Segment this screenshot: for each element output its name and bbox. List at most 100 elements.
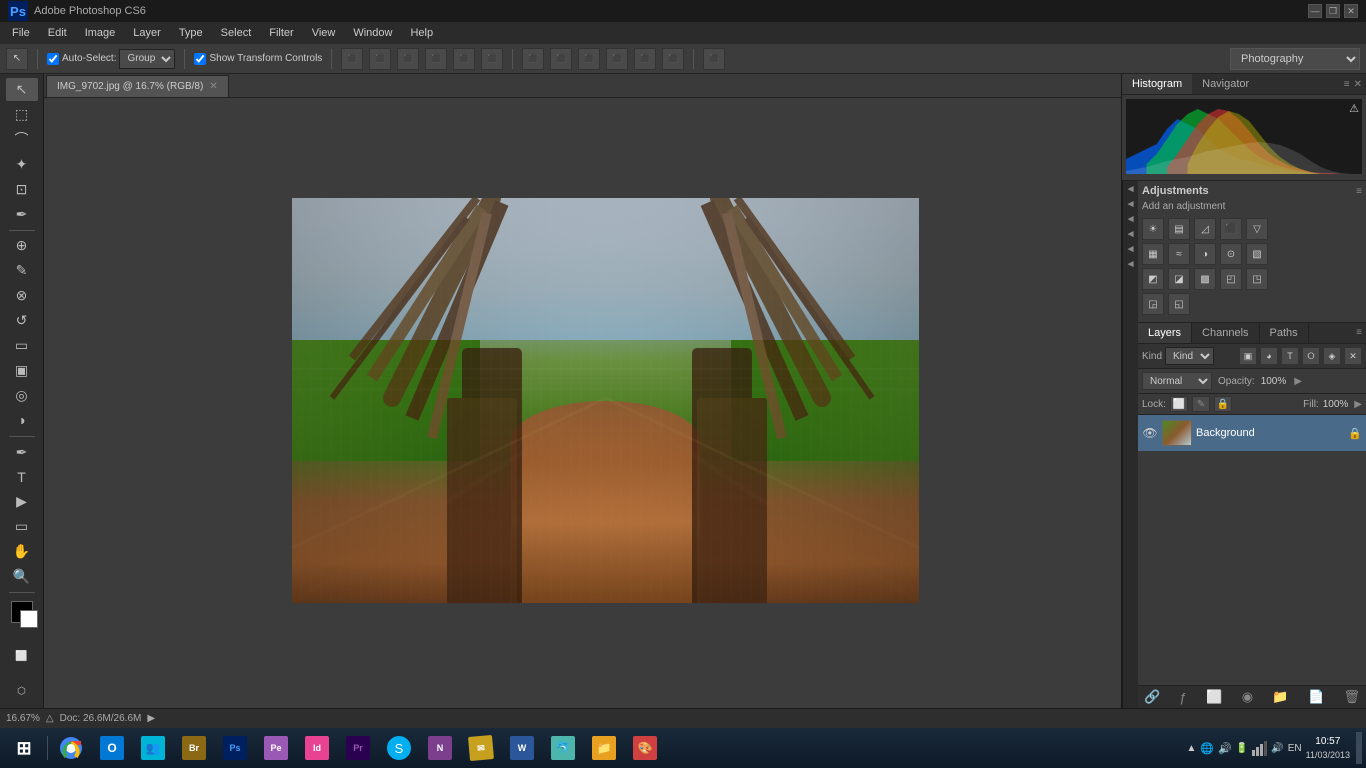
canvas-tab[interactable]: IMG_9702.jpg @ 16.7% (RGB/8) ✕ bbox=[46, 75, 229, 97]
canvas-content[interactable] bbox=[44, 98, 1121, 708]
menu-view[interactable]: View bbox=[304, 25, 344, 41]
layer-visibility-toggle[interactable]: 👁 bbox=[1142, 425, 1158, 441]
screen-mode-tool[interactable]: ⬡ bbox=[6, 676, 38, 708]
tab-navigator[interactable]: Navigator bbox=[1192, 74, 1259, 94]
menu-window[interactable]: Window bbox=[345, 25, 400, 41]
photoshop-app-icon[interactable]: Ps bbox=[215, 730, 255, 766]
bw-btn[interactable]: ◑ bbox=[1194, 243, 1216, 265]
histogram-panel-menu[interactable]: ≡ bbox=[1344, 79, 1350, 90]
tab-paths[interactable]: Paths bbox=[1260, 323, 1309, 343]
people-icon[interactable]: 👥 bbox=[133, 730, 173, 766]
start-button[interactable]: ⊞ bbox=[4, 730, 44, 766]
shape-tool[interactable]: ▭ bbox=[6, 515, 38, 538]
battery-icon[interactable]: 🔋 bbox=[1236, 743, 1248, 754]
word-icon[interactable]: W bbox=[502, 730, 542, 766]
tab-channels[interactable]: Channels bbox=[1192, 323, 1259, 343]
filter-shape-icon[interactable]: ⭘ bbox=[1302, 347, 1320, 365]
tab-histogram[interactable]: Histogram bbox=[1122, 74, 1192, 94]
close-button[interactable]: ✕ bbox=[1344, 4, 1358, 18]
invert-btn[interactable]: ◪ bbox=[1168, 268, 1190, 290]
pen-tool[interactable]: ✒ bbox=[6, 441, 38, 464]
sound-icon[interactable]: 🔊 bbox=[1218, 742, 1232, 755]
background-layer-item[interactable]: 👁 Background 🔒 bbox=[1138, 415, 1366, 451]
fill-stepper[interactable]: ▶ bbox=[1354, 399, 1362, 410]
crop-tool[interactable]: ⊡ bbox=[6, 178, 38, 201]
color-balance-btn[interactable]: ≈ bbox=[1168, 243, 1190, 265]
show-hidden-icons[interactable]: ▲ bbox=[1186, 743, 1196, 754]
add-mask-btn[interactable]: ⬜ bbox=[1206, 689, 1222, 705]
filter-smart-icon[interactable]: ◈ bbox=[1323, 347, 1341, 365]
menu-type[interactable]: Type bbox=[171, 25, 211, 41]
zoom-tool[interactable]: 🔍 bbox=[6, 565, 38, 588]
menu-edit[interactable]: Edit bbox=[40, 25, 75, 41]
panel-icon-4[interactable]: ▶ bbox=[1126, 230, 1135, 239]
english-icon[interactable]: EN bbox=[1288, 743, 1302, 754]
foreground-color[interactable] bbox=[11, 601, 33, 623]
filter-clear-icon[interactable]: ✕ bbox=[1344, 347, 1362, 365]
filter-type-icon[interactable]: T bbox=[1281, 347, 1299, 365]
new-layer-btn[interactable]: 📄 bbox=[1308, 689, 1324, 705]
panel-icon-2[interactable]: ▶ bbox=[1126, 200, 1135, 209]
lock-pixels-btn[interactable]: ⬜ bbox=[1170, 396, 1188, 412]
doc-info-arrow[interactable]: ▶ bbox=[147, 713, 155, 724]
panel-icon-3[interactable]: ▶ bbox=[1126, 215, 1135, 224]
dist-top-icon[interactable]: ⬛ bbox=[606, 48, 628, 70]
brush-tool[interactable]: ✎ bbox=[6, 259, 38, 282]
align-top-icon[interactable]: ⬛ bbox=[425, 48, 447, 70]
dist-center-v-icon[interactable]: ⬛ bbox=[550, 48, 572, 70]
menu-file[interactable]: File bbox=[4, 25, 38, 41]
dist-center-h-icon[interactable]: ⬛ bbox=[634, 48, 656, 70]
outlook-icon[interactable]: O bbox=[92, 730, 132, 766]
menu-filter[interactable]: Filter bbox=[261, 25, 301, 41]
bridge-app-icon[interactable]: Br bbox=[174, 730, 214, 766]
align-center-v-icon[interactable]: ⬛ bbox=[369, 48, 391, 70]
indesign-icon[interactable]: Id bbox=[297, 730, 337, 766]
link-layers-btn[interactable]: 🔗 bbox=[1144, 689, 1160, 705]
delete-layer-btn[interactable]: 🗑 bbox=[1343, 689, 1360, 705]
channel-mixer-btn[interactable]: ▧ bbox=[1246, 243, 1268, 265]
panel-icon-5[interactable]: ▶ bbox=[1126, 245, 1135, 254]
tab-layers[interactable]: Layers bbox=[1138, 323, 1192, 343]
autoselect-checkbox[interactable] bbox=[47, 53, 59, 65]
gradient-tool[interactable]: ▣ bbox=[6, 359, 38, 382]
menu-image[interactable]: Image bbox=[77, 25, 124, 41]
marquee-tool[interactable]: ⬚ bbox=[6, 103, 38, 126]
filter-pixel-icon[interactable]: ▣ bbox=[1239, 347, 1257, 365]
brightness-contrast-btn[interactable]: ☀ bbox=[1142, 218, 1164, 240]
posterize-btn[interactable]: ▩ bbox=[1194, 268, 1216, 290]
new-group-btn[interactable]: 📁 bbox=[1272, 689, 1288, 705]
gradient-map-btn[interactable]: ◳ bbox=[1246, 268, 1268, 290]
menu-layer[interactable]: Layer bbox=[125, 25, 169, 41]
blend-mode-select[interactable]: Normal Multiply Screen bbox=[1142, 372, 1212, 390]
workspace-dropdown[interactable]: Photography Essentials Design bbox=[1230, 48, 1360, 70]
autoselect-dropdown[interactable]: Group Layer bbox=[119, 49, 175, 69]
browser2-icon[interactable]: 🐬 bbox=[543, 730, 583, 766]
filemanager-icon[interactable]: 📁 bbox=[584, 730, 624, 766]
onenote-icon[interactable]: N bbox=[420, 730, 460, 766]
new-adjustment-btn[interactable]: ◉ bbox=[1242, 689, 1253, 705]
path-selection-tool[interactable]: ▶ bbox=[6, 490, 38, 513]
exposure-btn[interactable]: ⬛ bbox=[1220, 218, 1242, 240]
layers-panel-menu[interactable]: ≡ bbox=[1352, 323, 1366, 343]
quick-mask-tool[interactable]: ⬜ bbox=[6, 641, 38, 673]
network-icon[interactable]: 🌐 bbox=[1200, 742, 1214, 755]
spot-heal-tool[interactable]: ⊕ bbox=[6, 234, 38, 257]
histogram-collapse-icon[interactable]: ✕ bbox=[1354, 79, 1362, 90]
move-tool[interactable]: ↖ bbox=[6, 78, 38, 101]
lock-position-btn[interactable]: ✎ bbox=[1192, 396, 1210, 412]
lock-all-btn[interactable]: 🔒 bbox=[1214, 396, 1232, 412]
layer-style-btn[interactable]: ƒ bbox=[1180, 690, 1187, 705]
align-bottom-icon[interactable]: ⬛ bbox=[481, 48, 503, 70]
dist-left-icon[interactable]: ⬛ bbox=[522, 48, 544, 70]
align-right-icon[interactable]: ⬛ bbox=[397, 48, 419, 70]
premiere-elements-icon[interactable]: Pe bbox=[256, 730, 296, 766]
menu-select[interactable]: Select bbox=[213, 25, 260, 41]
threshold-btn[interactable]: ◰ bbox=[1220, 268, 1242, 290]
opacity-stepper[interactable]: ▶ bbox=[1294, 376, 1302, 387]
dist-right-icon[interactable]: ⬛ bbox=[578, 48, 600, 70]
selective-color-btn[interactable]: ◲ bbox=[1142, 293, 1164, 315]
eyedropper-tool[interactable]: ✒ bbox=[6, 203, 38, 226]
color-lookup-btn[interactable]: ◩ bbox=[1142, 268, 1164, 290]
clock-display[interactable]: 10:57 11/03/2013 bbox=[1306, 735, 1350, 762]
show-desktop-btn[interactable] bbox=[1356, 732, 1362, 764]
